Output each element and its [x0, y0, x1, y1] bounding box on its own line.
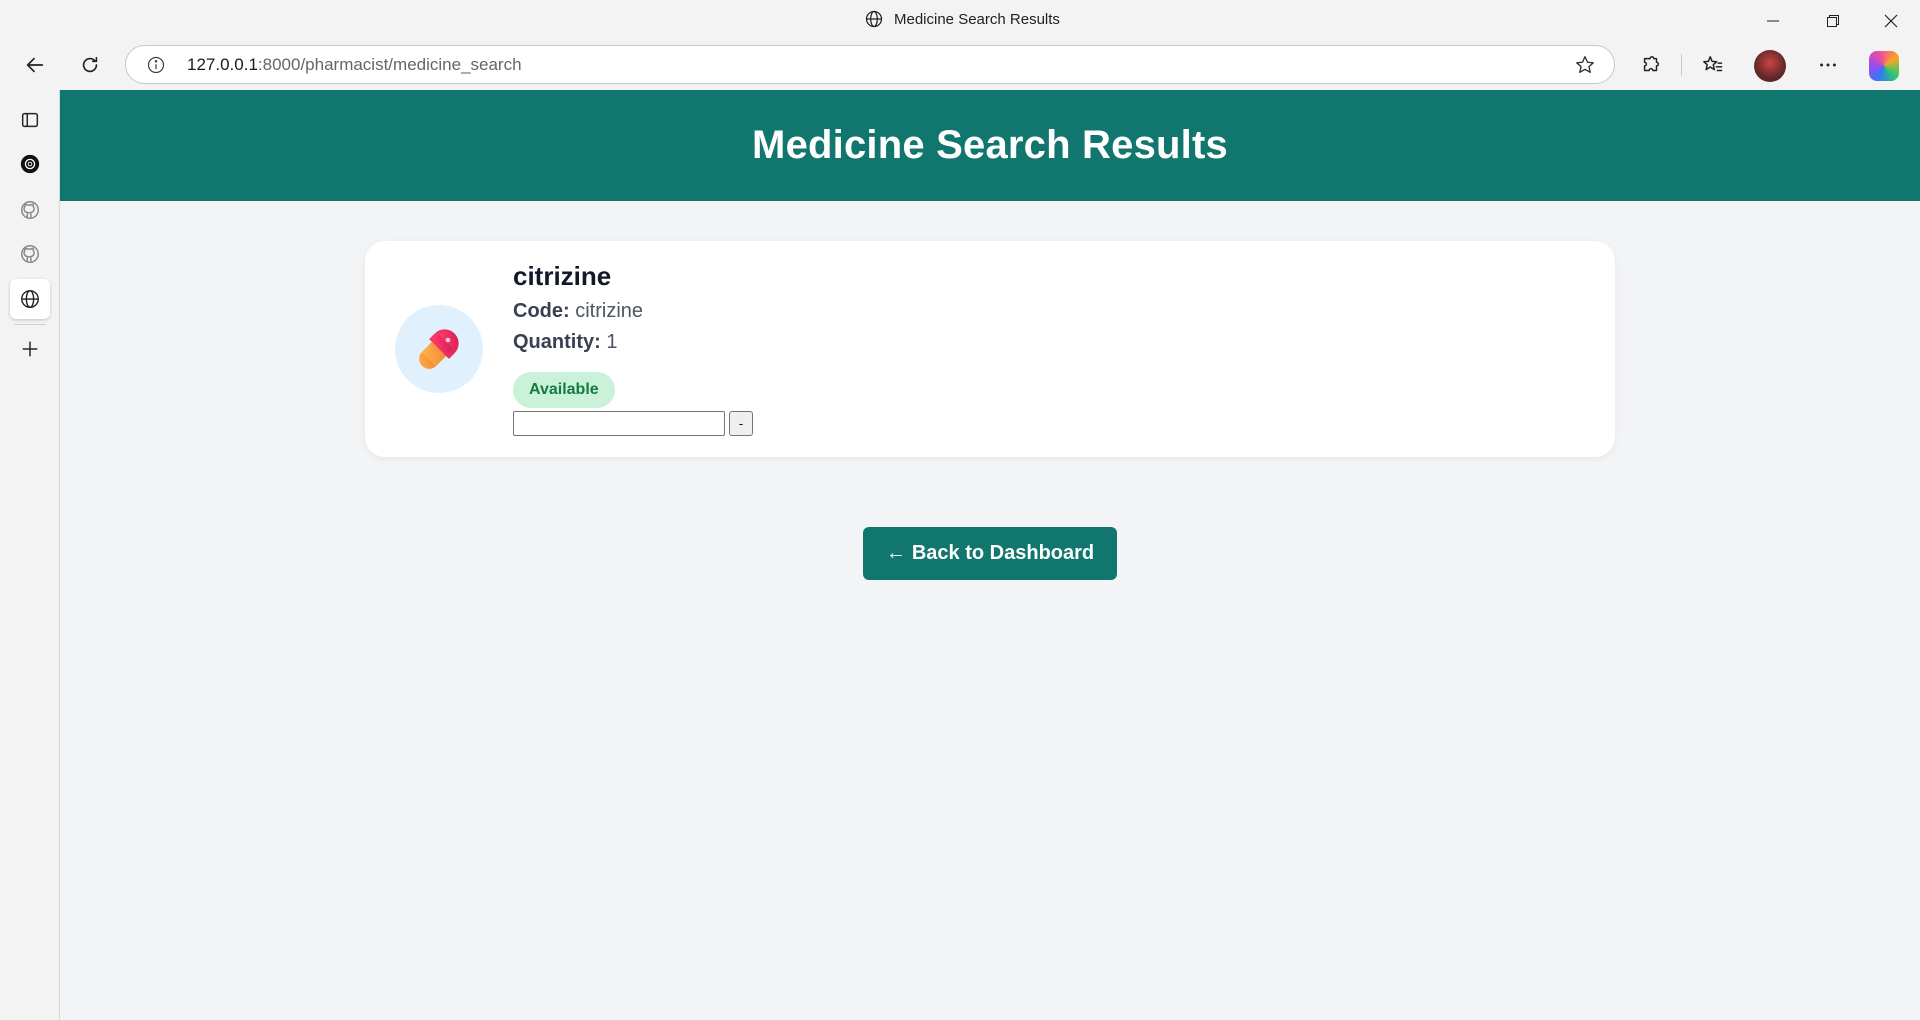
puzzle-icon: [1643, 56, 1660, 72]
profile-avatar[interactable]: [1754, 50, 1786, 82]
code-value: citrizine: [575, 300, 644, 322]
back-arrow-icon: [26, 57, 44, 73]
restore-button[interactable]: [1810, 0, 1856, 41]
tab-actions-button[interactable]: [10, 100, 50, 140]
sidebar-app-chatgpt[interactable]: [10, 144, 50, 184]
sidebar-app-github[interactable]: [10, 190, 50, 230]
favorites-button[interactable]: [1695, 47, 1731, 83]
close-button[interactable]: [1868, 0, 1914, 41]
restore-icon: [1827, 14, 1839, 27]
sidebar-add-button[interactable]: [10, 329, 50, 369]
sidebar-separator: [14, 324, 46, 325]
copilot-icon[interactable]: [1869, 51, 1899, 81]
window-titlebar: Medicine Search Results: [0, 0, 1920, 41]
address-bar[interactable]: 127.0.0.1:8000/pharmacist/medicine_searc…: [125, 45, 1615, 84]
star-icon[interactable]: [1574, 54, 1596, 76]
back-button[interactable]: [17, 47, 53, 83]
plus-icon: [22, 341, 38, 357]
reload-icon: [82, 56, 98, 73]
quantity-label: Quantity:: [513, 331, 601, 353]
quantity-value: 1: [606, 331, 618, 353]
browser-sidebar: [0, 90, 60, 1020]
toolbar-divider: [1681, 54, 1682, 76]
sidebar-app-github-2[interactable]: [10, 234, 50, 274]
extensions-button[interactable]: [1633, 47, 1669, 83]
status-badge: Available: [513, 372, 615, 408]
url-host: 127.0.0.1: [187, 55, 258, 74]
browser-toolbar: 127.0.0.1:8000/pharmacist/medicine_searc…: [0, 41, 1920, 90]
favorites-icon: [1703, 56, 1723, 72]
github-icon: [21, 245, 39, 263]
medicine-quantity-row: Quantity: 1: [513, 331, 617, 354]
back-button-label: Back to Dashboard: [911, 542, 1095, 564]
quantity-input[interactable]: [513, 411, 725, 436]
minimize-icon: [1767, 20, 1779, 21]
url-path: :8000/pharmacist/medicine_search: [257, 55, 522, 74]
chatgpt-icon: [20, 154, 40, 174]
info-icon[interactable]: [146, 55, 166, 75]
globe-icon: [21, 290, 39, 308]
reload-button[interactable]: [72, 47, 108, 83]
page-content: Medicine Search Results citrizine Code: …: [60, 90, 1920, 1020]
sidebar-app-current-tab[interactable]: [10, 279, 50, 319]
code-label: Code:: [513, 300, 570, 322]
minimize-button[interactable]: [1750, 0, 1796, 41]
medicine-card: citrizine Code: citrizine Quantity: 1 Av…: [365, 241, 1615, 457]
page-title: Medicine Search Results: [752, 123, 1228, 167]
pill-icon: [419, 329, 459, 369]
tabs-icon: [21, 112, 39, 128]
back-to-dashboard-button[interactable]: ← Back to Dashboard: [863, 527, 1117, 580]
more-icon: [1820, 63, 1836, 67]
window-title-group: Medicine Search Results: [864, 9, 1060, 29]
back-arrow-icon: ←: [885, 542, 906, 564]
globe-icon: [865, 10, 883, 28]
medicine-icon-circle: [395, 305, 483, 393]
medicine-code-row: Code: citrizine: [513, 300, 643, 323]
medicine-name: citrizine: [513, 261, 612, 291]
more-button[interactable]: [1810, 47, 1846, 83]
github-icon: [21, 201, 39, 219]
url-text[interactable]: 127.0.0.1:8000/pharmacist/medicine_searc…: [187, 55, 522, 75]
close-icon: [1884, 14, 1898, 27]
decrease-button[interactable]: -: [729, 411, 753, 436]
page-header: Medicine Search Results: [60, 90, 1920, 201]
window-title: Medicine Search Results: [894, 10, 1060, 28]
